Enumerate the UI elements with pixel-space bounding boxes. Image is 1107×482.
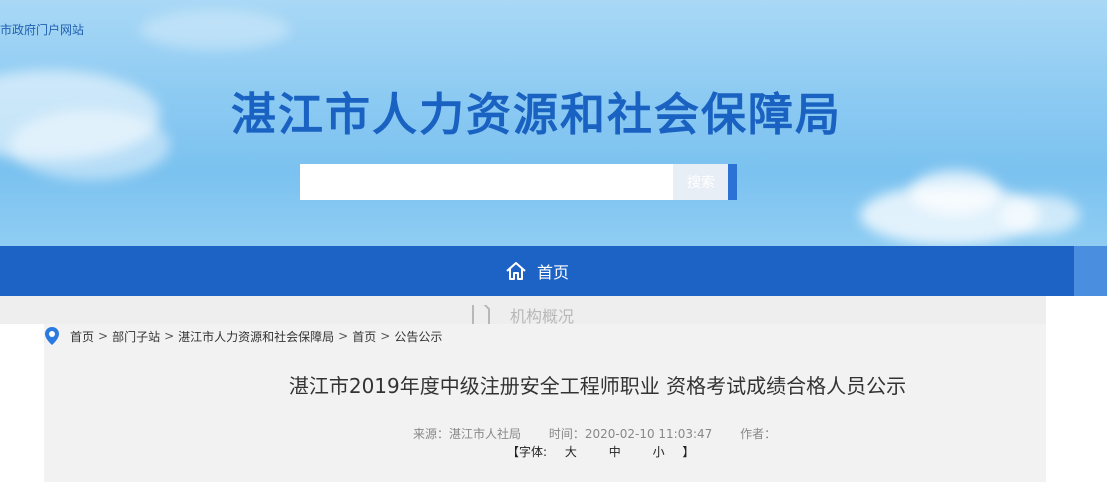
cloud-decoration: [1000, 195, 1080, 235]
font-size-open: 【字体:: [507, 445, 548, 459]
font-size-small-button[interactable]: 小: [653, 445, 665, 459]
font-size-close: 】: [682, 445, 695, 459]
page-margin-right: [1046, 324, 1107, 482]
breadcrumb-separator: >: [380, 329, 391, 343]
breadcrumb-item[interactable]: 首页: [352, 328, 376, 345]
nav-item-home[interactable]: 首页: [505, 259, 569, 283]
location-pin-icon: [45, 327, 59, 345]
breadcrumb-separator: >: [98, 329, 109, 343]
breadcrumb-item[interactable]: 部门子站: [112, 328, 160, 345]
article-source: 来源：湛江市人社局: [413, 427, 522, 441]
breadcrumb: 首页 > 部门子站 > 湛江市人力资源和社会保障局 > 首页 > 公告公示: [44, 326, 442, 346]
cloud-decoration: [10, 110, 170, 180]
breadcrumb-separator: >: [164, 329, 175, 343]
article-meta: 来源：湛江市人社局 时间：2020-02-10 11:03:47 作者：: [413, 425, 800, 442]
font-size-medium-button[interactable]: 中: [609, 445, 621, 459]
font-size-large-button[interactable]: 大: [565, 445, 577, 459]
search-button-edge: [728, 164, 737, 200]
site-header: 市政府门户网站 湛江市人力资源和社会保障局 搜索: [0, 0, 1107, 246]
home-icon: [506, 262, 526, 280]
font-size-control: 【字体: 大 中 小 】: [507, 443, 694, 460]
article-title: 湛江市2019年度中级注册安全工程师职业 资格考试成绩合格人员公示: [288, 374, 907, 398]
nav-item-label: 首页: [536, 263, 569, 282]
search-input[interactable]: [300, 164, 678, 200]
nav-dropdown-item[interactable]: 机构概况: [470, 305, 574, 325]
search-button[interactable]: 搜索: [673, 164, 729, 200]
nav-dropdown-label: 机构概况: [510, 307, 575, 325]
portal-link[interactable]: 市政府门户网站: [0, 21, 84, 38]
document-icon: [472, 305, 490, 325]
breadcrumb-item[interactable]: 公告公示: [394, 328, 442, 345]
article-author: 作者：: [740, 427, 777, 441]
cloud-decoration: [910, 170, 1000, 215]
breadcrumb-item[interactable]: 湛江市人力资源和社会保障局: [178, 328, 334, 345]
breadcrumb-item[interactable]: 首页: [70, 328, 94, 345]
nav-right-block: [1074, 246, 1107, 296]
cloud-decoration: [140, 10, 290, 50]
breadcrumb-separator: >: [338, 329, 349, 343]
article-time: 时间：2020-02-10 11:03:47: [548, 427, 713, 441]
site-title: 湛江市人力资源和社会保障局: [231, 88, 843, 141]
main-nav: 首页: [0, 246, 1074, 296]
